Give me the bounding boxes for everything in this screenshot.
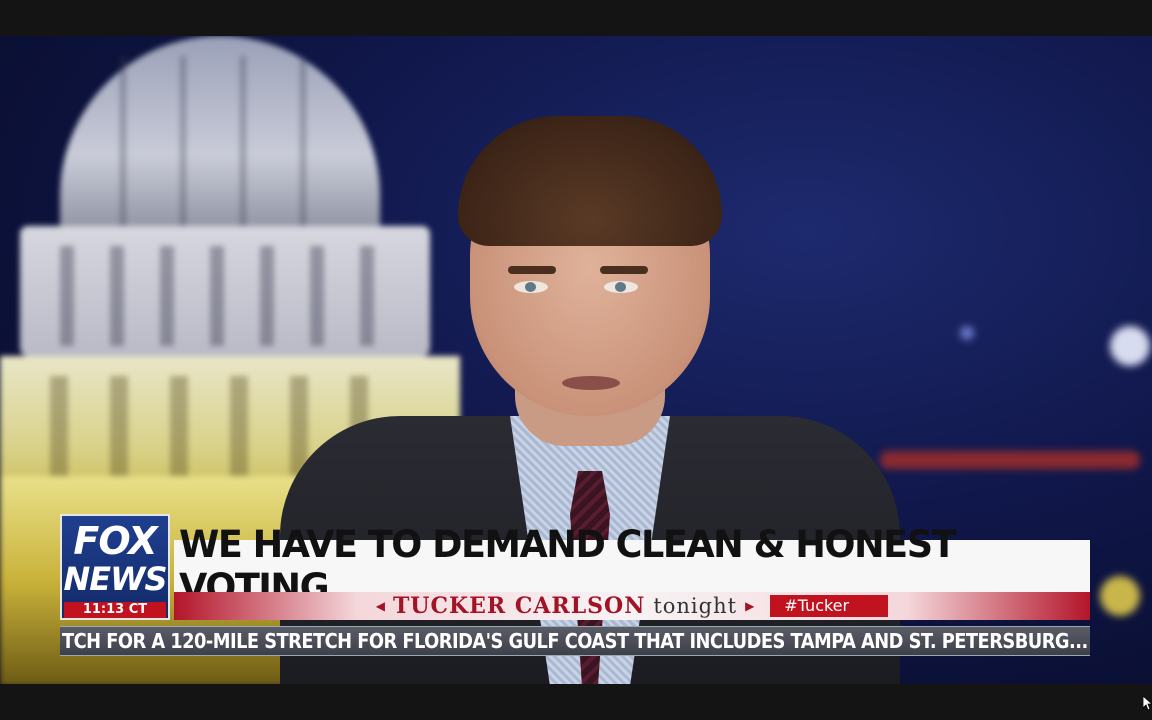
top-letterbox <box>0 0 1152 36</box>
city-light <box>960 326 974 340</box>
eyebrow <box>508 266 556 274</box>
dome-rib <box>240 56 246 226</box>
column <box>110 376 128 486</box>
headline-banner: WE HAVE TO DEMAND CLEAN & HONEST VOTING <box>174 523 1090 609</box>
show-banner: ◀ TUCKER CARLSON tonight ▶ #Tucker <box>174 592 1090 620</box>
column <box>260 246 274 346</box>
dome-rib <box>180 56 186 226</box>
show-name: TUCKER CARLSON <box>392 593 646 619</box>
column <box>170 376 188 486</box>
news-ticker: TCH FOR A 120-MILE STRETCH FOR FLORIDA'S… <box>60 626 1090 656</box>
hashtag-badge: #Tucker <box>770 595 889 617</box>
mouth <box>562 376 620 390</box>
city-light <box>1100 576 1140 616</box>
bottom-letterbox <box>0 684 1152 720</box>
mouse-cursor-icon <box>1143 696 1152 710</box>
column <box>60 246 74 346</box>
ticker-text: TCH FOR A 120-MILE STRETCH FOR FLORIDA'S… <box>62 629 1088 653</box>
city-light-streak <box>880 451 1140 469</box>
column <box>160 246 174 346</box>
eye <box>604 281 638 293</box>
clock: 11:13 CT <box>64 602 166 618</box>
column <box>210 246 224 346</box>
eye <box>514 281 548 293</box>
dome-rib <box>120 56 126 226</box>
hair <box>458 116 722 246</box>
show-suffix: tonight <box>653 594 738 618</box>
logo-word-news: NEWS <box>63 560 168 598</box>
fox-news-logo: FOX NEWS 11:13 CT <box>60 514 170 620</box>
city-light <box>1110 326 1150 366</box>
column <box>50 376 68 486</box>
left-arrow-icon: ◀ <box>375 599 385 613</box>
eyebrow <box>600 266 648 274</box>
column <box>230 376 248 486</box>
logo-word-fox: FOX <box>73 519 157 563</box>
column <box>110 246 124 346</box>
right-arrow-icon: ▶ <box>745 599 755 613</box>
